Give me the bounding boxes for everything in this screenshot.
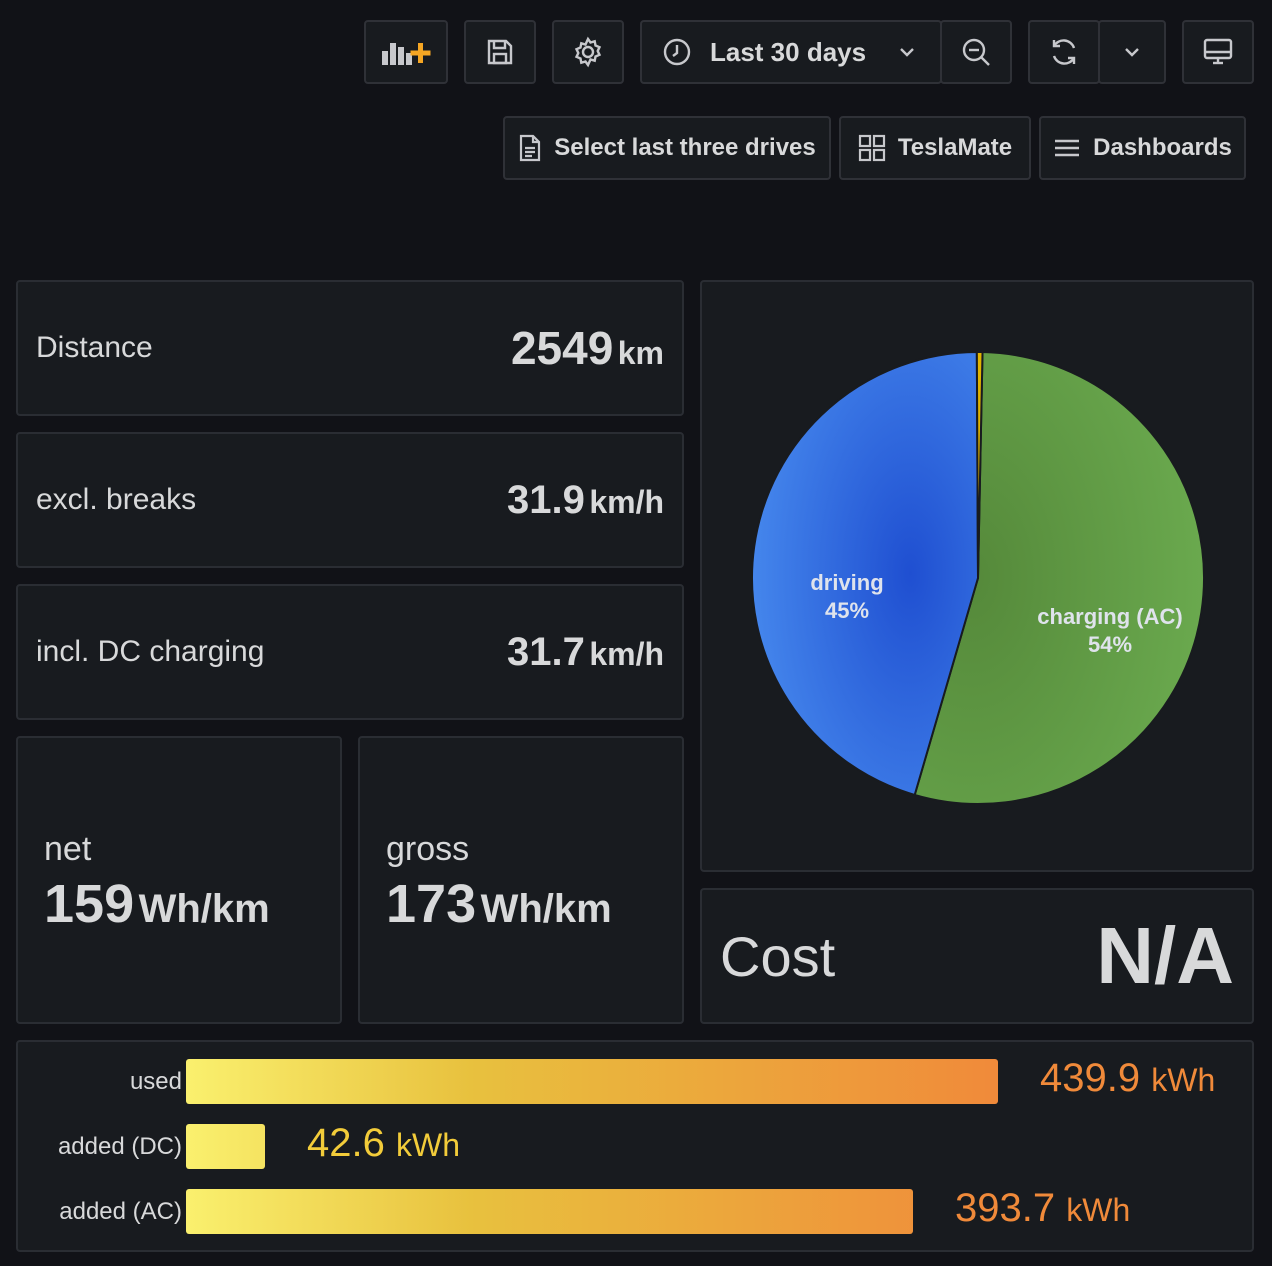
- speed-excl-breaks-panel: excl. breaks 31.9 km/h: [16, 432, 684, 568]
- pie-label-driving-name: driving: [810, 570, 883, 595]
- time-split-pie-chart: driving 45% charging (AC) 54%: [751, 350, 1205, 805]
- added-dc-bar: [186, 1124, 265, 1169]
- energy-bar-gauge-panel: used 439.9 kWh added (DC) 42.6 kWh added…: [16, 1040, 1254, 1252]
- net-consumption-panel: net 159 Wh/km: [16, 736, 342, 1024]
- added-ac-value: 393.7 kWh: [955, 1186, 1131, 1230]
- gross-label: gross: [386, 830, 470, 868]
- pie-label-charging-name: charging (AC): [1037, 604, 1182, 629]
- distance-label: Distance: [36, 331, 153, 364]
- added-ac-bar: [186, 1189, 913, 1234]
- distance-panel: Distance 2549 km: [16, 280, 684, 416]
- gross-value: 173 Wh/km: [386, 874, 612, 934]
- refresh-icon: [1052, 39, 1076, 65]
- cost-label: Cost: [720, 924, 836, 988]
- gross-consumption-panel: gross 173 Wh/km: [358, 736, 684, 1024]
- time-range-picker[interactable]: Last 30 days: [640, 20, 942, 84]
- used-label: used: [129, 1068, 182, 1095]
- zoom-out-button[interactable]: [940, 20, 1012, 84]
- time-split-pie-panel: driving 45% charging (AC) 54%: [700, 280, 1254, 872]
- excl-breaks-label: excl. breaks: [36, 483, 197, 516]
- add-panel-button[interactable]: [364, 20, 448, 84]
- clock-icon: [663, 38, 691, 66]
- distance-value: 2549 km: [510, 322, 664, 374]
- pie-label-charging-pct: 54%: [1088, 632, 1132, 657]
- added-dc-value: 42.6 kWh: [307, 1121, 460, 1165]
- menu-icon: [1055, 139, 1080, 157]
- net-value: 159 Wh/km: [44, 874, 270, 934]
- select-last-three-drives-link[interactable]: Select last three drives: [503, 116, 831, 180]
- incl-dc-charging-label: incl. DC charging: [36, 635, 265, 668]
- zoom-out-icon: [962, 38, 990, 66]
- time-range-label: Last 30 days: [710, 36, 867, 67]
- cost-panel: Cost N/A: [700, 888, 1254, 1024]
- teslamate-link[interactable]: TeslaMate: [839, 116, 1031, 180]
- cost-value: N/A: [1096, 911, 1234, 1000]
- document-icon: [520, 134, 541, 162]
- speed-incl-dc-panel: incl. DC charging 31.7 km/h: [16, 584, 684, 720]
- gear-icon: [574, 36, 602, 68]
- tv-mode-button[interactable]: [1182, 20, 1254, 84]
- added-dc-label: added (DC): [57, 1133, 182, 1160]
- select-last-three-drives-label: Select last three drives: [554, 134, 816, 161]
- incl-dc-charging-value: 31.7 km/h: [507, 629, 664, 674]
- grid-icon: [858, 134, 885, 162]
- dashboards-link[interactable]: Dashboards: [1039, 116, 1246, 180]
- excl-breaks-value: 31.9 km/h: [507, 477, 664, 522]
- add-panel-icon: [382, 43, 431, 65]
- teslamate-label: TeslaMate: [897, 134, 1013, 161]
- dashboards-label: Dashboards: [1093, 134, 1232, 161]
- monitor-icon: [1203, 38, 1233, 65]
- net-label: net: [44, 830, 92, 868]
- settings-button[interactable]: [552, 20, 624, 84]
- chevron-down-icon: [900, 48, 914, 57]
- refresh-interval-dropdown[interactable]: [1098, 20, 1166, 84]
- refresh-button[interactable]: [1028, 20, 1100, 84]
- added-ac-label: added (AC): [59, 1198, 182, 1225]
- used-value: 439.9 kWh: [1040, 1056, 1216, 1100]
- save-icon: [487, 39, 513, 65]
- pie-label-driving-pct: 45%: [825, 598, 869, 623]
- used-bar: [186, 1059, 998, 1104]
- chevron-down-icon: [1125, 48, 1139, 57]
- save-dashboard-button[interactable]: [464, 20, 536, 84]
